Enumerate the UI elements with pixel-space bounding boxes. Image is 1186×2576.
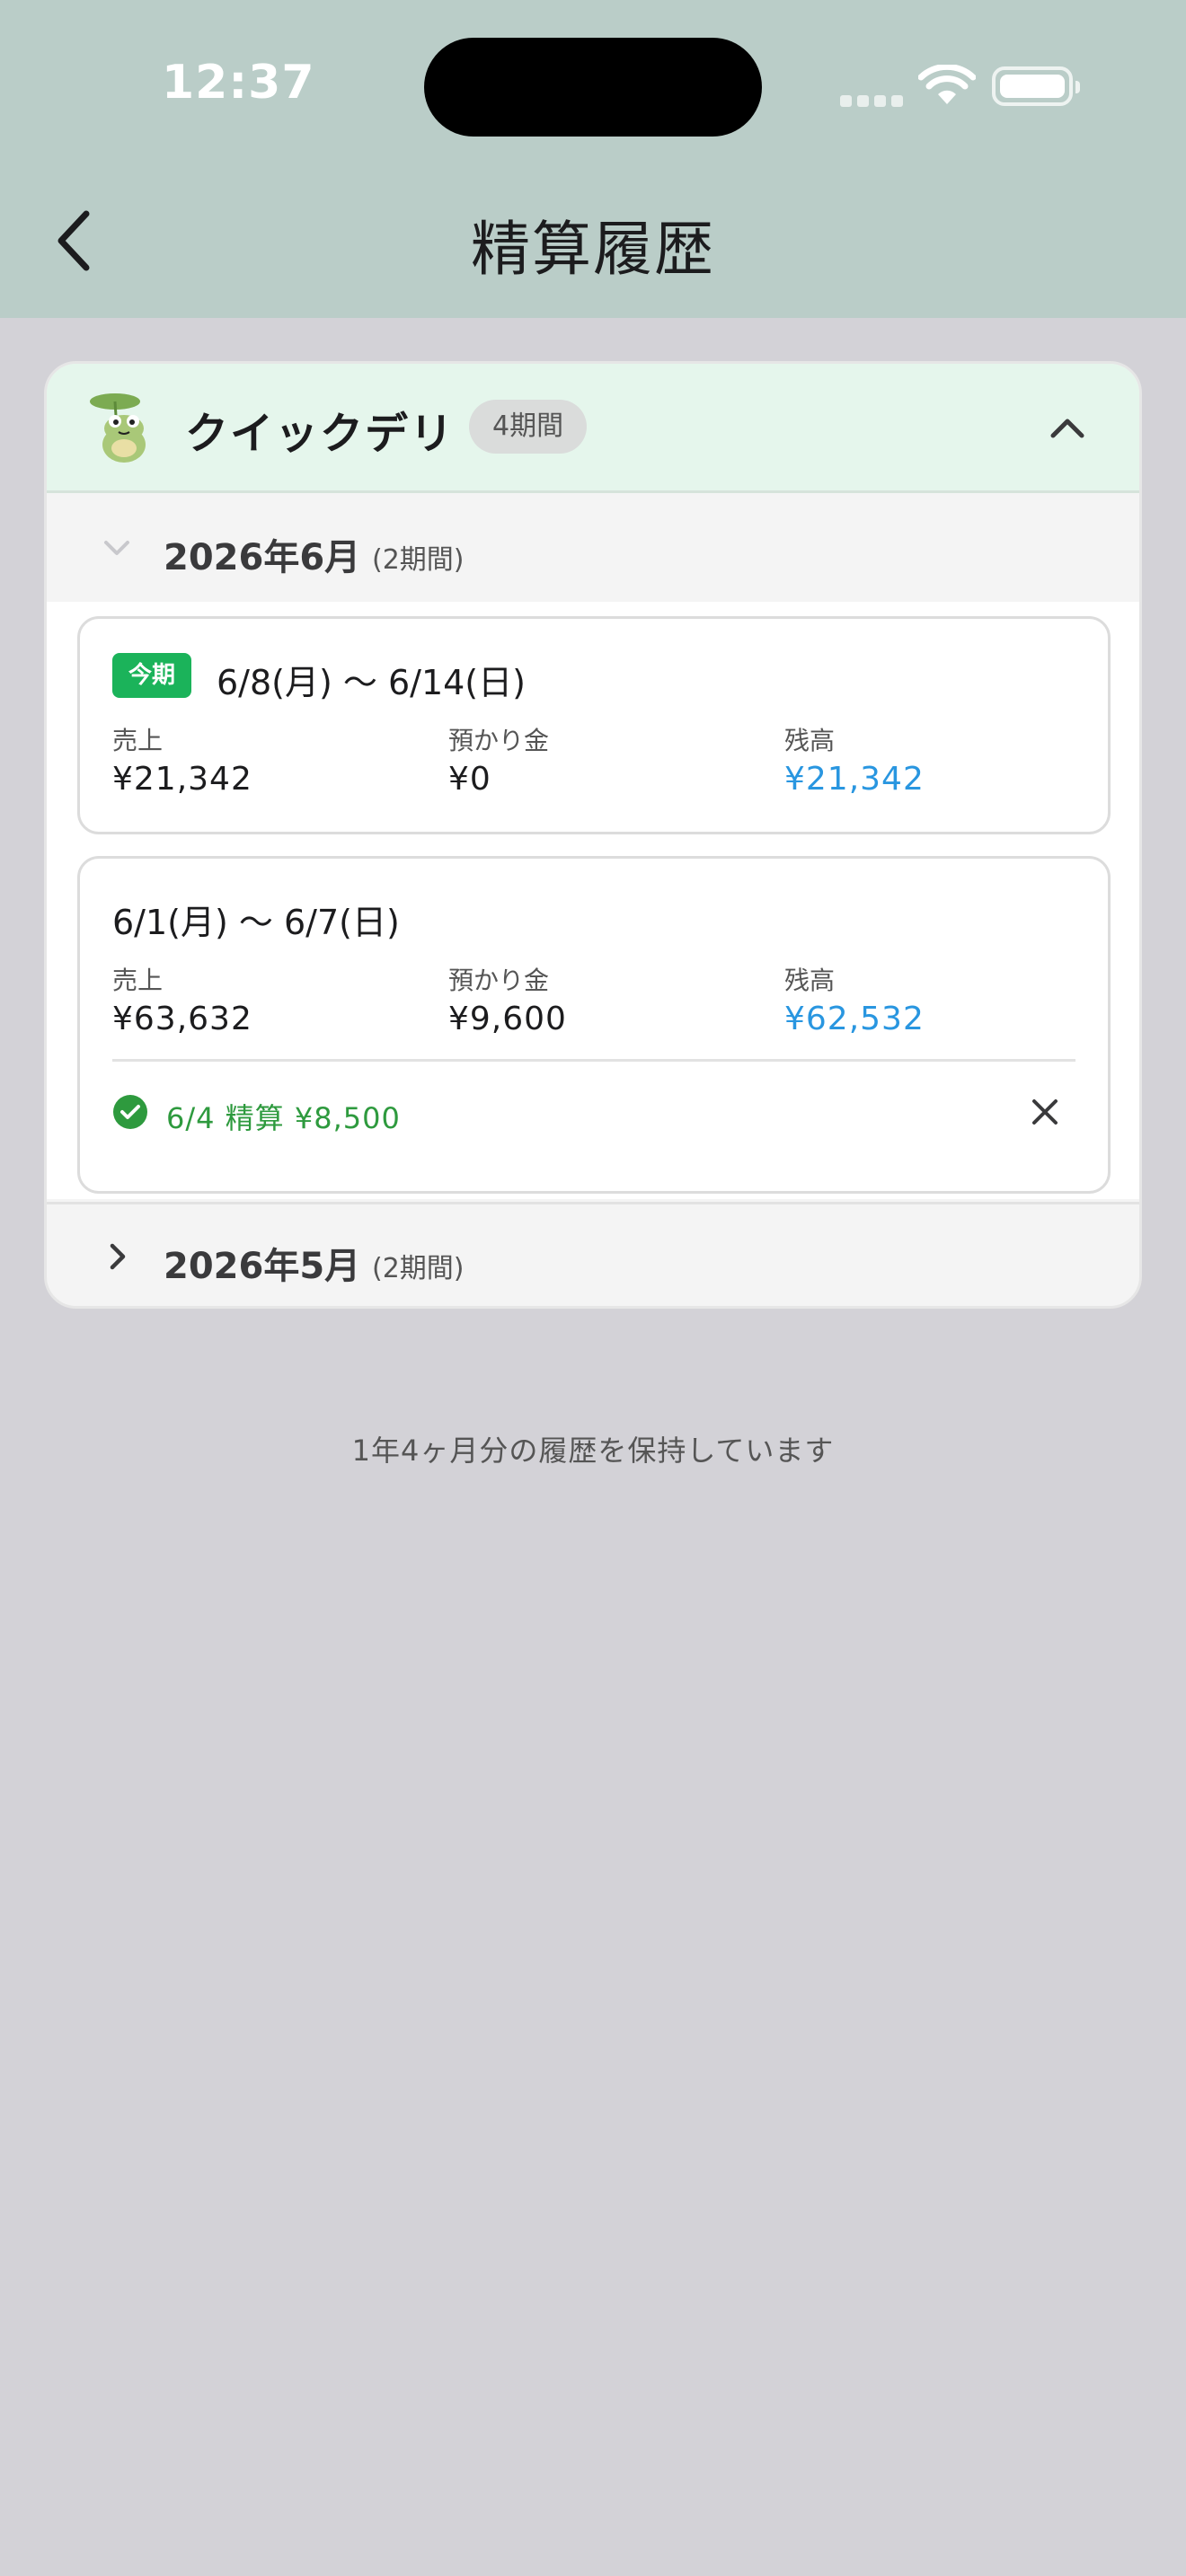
deposit-value: ¥0 bbox=[448, 761, 491, 798]
month-row-2026-06[interactable]: 2026年6月 (2期間) bbox=[47, 496, 1139, 602]
status-time: 12:37 bbox=[162, 56, 315, 110]
store-header[interactable]: クイックデリ 4期間 bbox=[47, 364, 1139, 493]
balance-label: 残高 bbox=[784, 966, 836, 995]
close-icon[interactable] bbox=[1029, 1096, 1061, 1128]
period-card-current[interactable]: 今期 6/8(月) 〜 6/14(日) 売上 ¥21,342 預かり金 ¥0 残… bbox=[77, 616, 1111, 834]
nav-header: 12:37 精算履歴 bbox=[0, 0, 1186, 318]
period-card[interactable]: 6/1(月) 〜 6/7(日) 売上 ¥63,632 預かり金 ¥9,600 残… bbox=[77, 856, 1111, 1194]
deposit-value: ¥9,600 bbox=[448, 1001, 567, 1037]
chevron-up-icon[interactable] bbox=[1048, 409, 1087, 448]
period-range: 6/1(月) 〜 6/7(日) bbox=[112, 903, 400, 942]
settlement-entry: 6/4 精算 ¥8,500 bbox=[166, 1101, 401, 1135]
deposit-label: 預かり金 bbox=[448, 726, 550, 755]
balance-value: ¥62,532 bbox=[784, 1001, 925, 1037]
chevron-right-icon bbox=[110, 1243, 126, 1270]
chevron-down-icon bbox=[104, 541, 129, 555]
period-list: 今期 6/8(月) 〜 6/14(日) 売上 ¥21,342 預かり金 ¥0 残… bbox=[47, 602, 1139, 1199]
month-period-count: (2期間) bbox=[372, 1253, 465, 1284]
period-count-badge: 4期間 bbox=[469, 400, 588, 454]
sales-label: 売上 bbox=[112, 966, 164, 995]
frog-icon bbox=[90, 393, 146, 463]
month-row-2026-05[interactable]: 2026年5月 (2期間) bbox=[47, 1202, 1139, 1306]
month-period-count: (2期間) bbox=[372, 544, 465, 576]
cellular-signal-icon bbox=[840, 93, 908, 110]
sales-label: 売上 bbox=[112, 726, 164, 755]
month-label: 2026年6月 bbox=[164, 537, 361, 578]
period-range: 6/8(月) 〜 6/14(日) bbox=[217, 663, 526, 702]
page-title: 精算履歴 bbox=[471, 215, 715, 284]
balance-label: 残高 bbox=[784, 726, 836, 755]
divider bbox=[112, 1059, 1075, 1062]
wifi-icon bbox=[918, 65, 976, 104]
battery-icon bbox=[992, 66, 1080, 106]
deposit-label: 預かり金 bbox=[448, 966, 550, 995]
dynamic-island bbox=[424, 38, 762, 137]
check-circle-icon bbox=[113, 1095, 147, 1129]
sales-value: ¥21,342 bbox=[112, 761, 252, 798]
month-label: 2026年5月 bbox=[164, 1246, 361, 1287]
history-retention-note: 1年4ヶ月分の履歴を保持しています bbox=[351, 1434, 835, 1468]
current-period-tag: 今期 bbox=[112, 653, 192, 698]
sales-value: ¥63,632 bbox=[112, 1001, 252, 1037]
balance-value: ¥21,342 bbox=[784, 761, 925, 798]
store-card: クイックデリ 4期間 2026年6月 (2期間) 今期 6/8(月) 〜 6/1… bbox=[44, 361, 1142, 1309]
store-name: クイックデリ bbox=[185, 409, 456, 459]
